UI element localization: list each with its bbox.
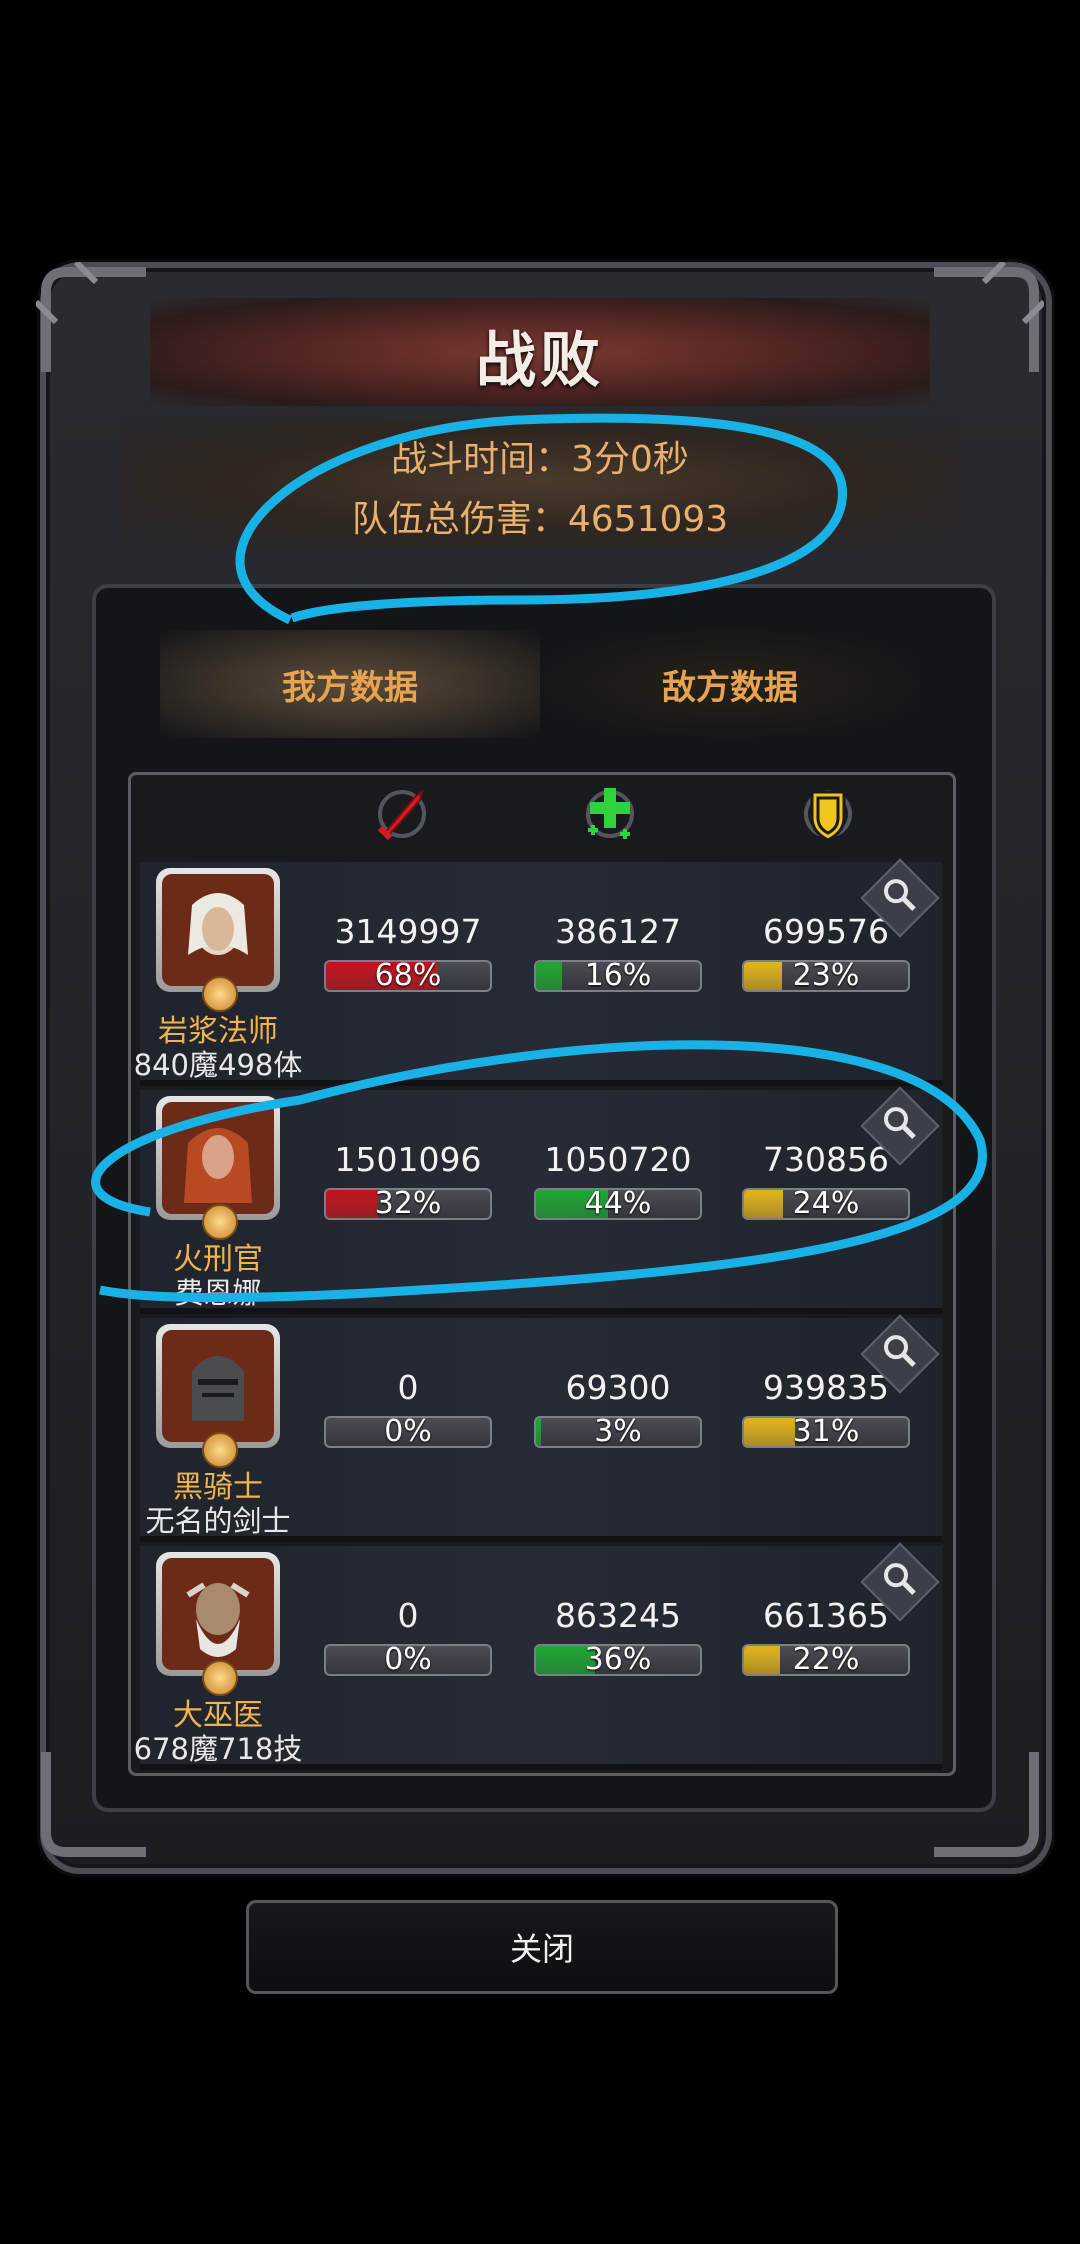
close-button[interactable]: 关闭 — [246, 1900, 838, 1994]
